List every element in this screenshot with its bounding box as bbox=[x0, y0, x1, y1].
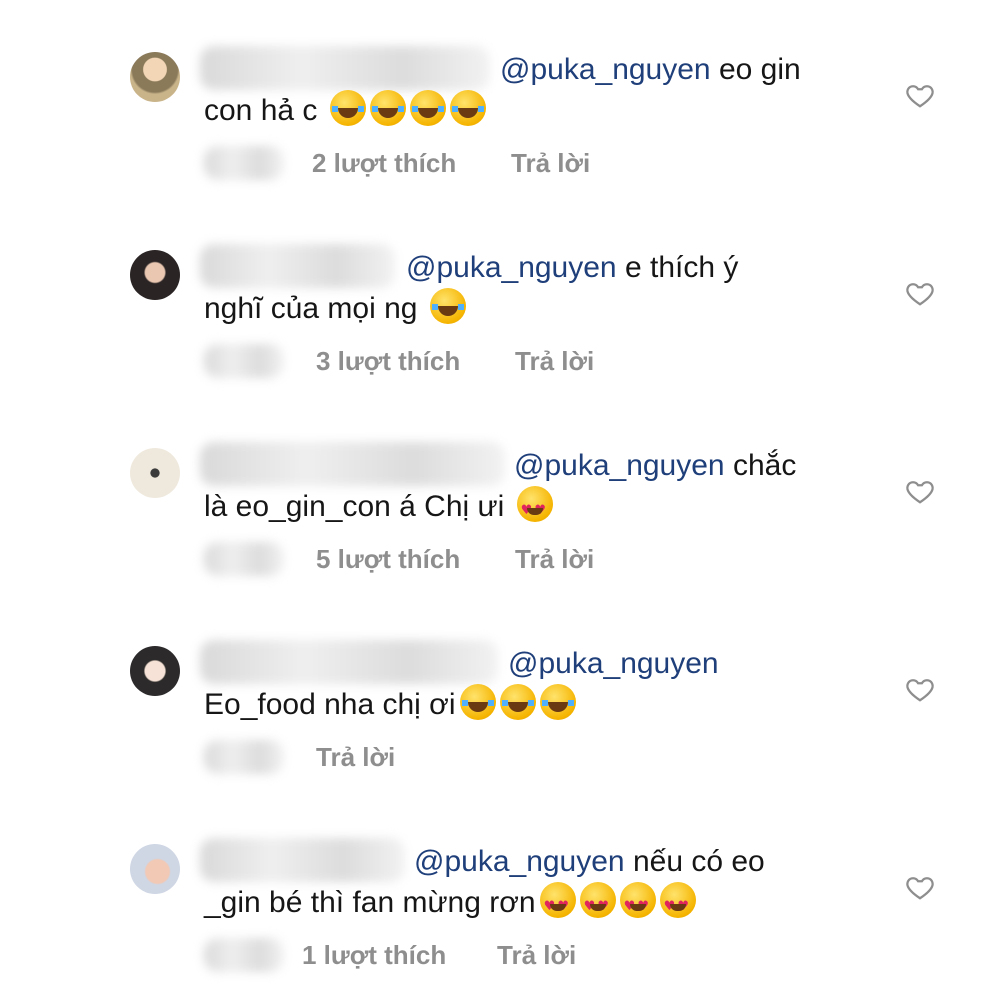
heart-outline-icon[interactable] bbox=[905, 80, 935, 110]
comment-text-part: là eo_gin_con á Chị ưi bbox=[204, 490, 513, 523]
heart-eyes-icon bbox=[516, 486, 553, 531]
mention-link[interactable]: @puka_nguyen bbox=[500, 53, 711, 86]
comment-text-part: nghĩ của mọi ng bbox=[204, 292, 426, 325]
avatar[interactable] bbox=[130, 448, 180, 498]
mention-link[interactable]: @puka_nguyen bbox=[508, 647, 719, 680]
comment-item: @puka_nguyen chắc là eo_gin_con á Chị ưi… bbox=[0, 396, 988, 594]
comment-text: @puka_nguyen Eo_food nha chị ơi bbox=[204, 644, 719, 725]
heart-outline-icon[interactable] bbox=[905, 674, 935, 704]
avatar[interactable] bbox=[130, 52, 180, 102]
like-count[interactable]: 5 lượt thích bbox=[316, 544, 460, 575]
mention-link[interactable]: @puka_nguyen bbox=[514, 449, 725, 482]
reply-button[interactable]: Trả lời bbox=[515, 346, 594, 377]
comment-item: @puka_nguyen e thích ý nghĩ của mọi ng 3… bbox=[0, 198, 988, 396]
tears-of-joy-icon bbox=[429, 288, 466, 324]
like-count[interactable]: 1 lượt thích bbox=[302, 940, 446, 971]
comment-text-part: Eo_food nha chị ơi bbox=[204, 688, 456, 721]
blurred-timestamp bbox=[204, 542, 284, 576]
heart-eyes-icon bbox=[579, 882, 616, 927]
mention-link[interactable]: @puka_nguyen bbox=[406, 251, 617, 284]
avatar[interactable] bbox=[130, 646, 180, 696]
comment-text-part: e thích ý bbox=[616, 251, 739, 284]
blurred-timestamp bbox=[204, 146, 284, 180]
comment-text: @puka_nguyen chắc là eo_gin_con á Chị ưi bbox=[204, 446, 797, 531]
heart-outline-icon[interactable] bbox=[905, 476, 935, 506]
blurred-timestamp bbox=[204, 344, 284, 378]
avatar[interactable] bbox=[130, 844, 180, 894]
heart-eyes-icon bbox=[659, 882, 696, 927]
comment-text: @puka_nguyen e thích ý nghĩ của mọi ng bbox=[204, 248, 738, 329]
tears-of-joy-icon bbox=[449, 90, 486, 126]
comment-item: @puka_nguyen Eo_food nha chị ơi Trả lời bbox=[0, 594, 988, 792]
comment-text-part: chắc bbox=[724, 449, 797, 482]
comment-text: @puka_nguyen nếu có eo _gin bé thì fan m… bbox=[204, 842, 765, 927]
blurred-timestamp bbox=[204, 938, 284, 972]
avatar[interactable] bbox=[130, 250, 180, 300]
heart-outline-icon[interactable] bbox=[905, 278, 935, 308]
comment-text-part: eo gin bbox=[710, 53, 801, 86]
mention-link[interactable]: @puka_nguyen bbox=[414, 845, 625, 878]
comment-text-part: nếu có eo bbox=[624, 845, 765, 878]
like-count[interactable]: 3 lượt thích bbox=[316, 346, 460, 377]
reply-button[interactable]: Trả lời bbox=[511, 148, 590, 179]
comment-text-part: con hả c bbox=[204, 94, 326, 127]
like-count[interactable]: 2 lượt thích bbox=[312, 148, 456, 179]
comment-item: @puka_nguyen nếu có eo _gin bé thì fan m… bbox=[0, 792, 988, 990]
reply-button[interactable]: Trả lời bbox=[515, 544, 594, 575]
tears-of-joy-icon bbox=[369, 90, 406, 126]
tears-of-joy-icon bbox=[539, 684, 576, 720]
tears-of-joy-icon bbox=[459, 684, 496, 720]
comment-text: @puka_nguyen eo gin con hả c bbox=[204, 50, 801, 131]
tears-of-joy-icon bbox=[499, 684, 536, 720]
reply-button[interactable]: Trả lời bbox=[497, 940, 576, 971]
heart-eyes-icon bbox=[619, 882, 656, 927]
tears-of-joy-icon bbox=[409, 90, 446, 126]
heart-eyes-icon bbox=[539, 882, 576, 927]
reply-button[interactable]: Trả lời bbox=[316, 742, 395, 773]
heart-outline-icon[interactable] bbox=[905, 872, 935, 902]
tears-of-joy-icon bbox=[329, 90, 366, 126]
comment-item: @puka_nguyen eo gin con hả c 2 lượt thíc… bbox=[0, 0, 988, 198]
blurred-timestamp bbox=[204, 740, 284, 774]
comment-text-part: _gin bé thì fan mừng rơn bbox=[204, 886, 536, 919]
